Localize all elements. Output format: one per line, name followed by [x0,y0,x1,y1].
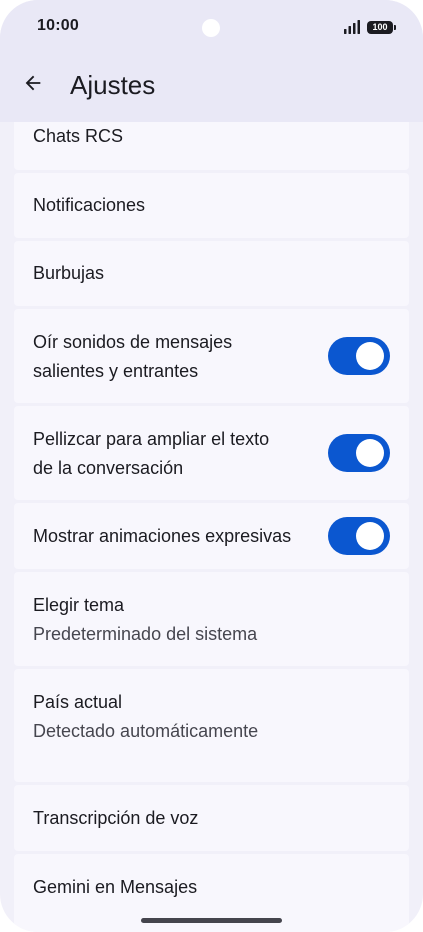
settings-item-voice-transcription[interactable]: Transcripción de voz [14,785,409,851]
back-button[interactable] [14,64,52,102]
settings-item-animations[interactable]: Mostrar animaciones expresivas [14,503,409,569]
sounds-toggle[interactable] [328,337,390,375]
toggle-knob [356,439,384,467]
home-indicator[interactable] [141,918,282,923]
animations-toggle[interactable] [328,517,390,555]
page-title: Ajustes [70,70,156,100]
settings-item-label-line2: salientes y entrantes [33,361,199,381]
settings-item-label: Burbujas [33,263,105,283]
settings-item-label: Notificaciones [33,195,146,215]
settings-item-label: Elegir tema [33,595,125,615]
settings-item-label: Gemini en Mensajes [33,877,198,897]
toggle-knob [356,522,384,550]
settings-item-label: Chats RCS [33,126,124,146]
pinch-zoom-toggle[interactable] [328,434,390,472]
settings-item-theme[interactable]: Elegir tema Predeterminado del sistema [14,572,409,666]
settings-item-value: Detectado automáticamente [33,721,259,741]
settings-item-sounds[interactable]: Oír sonidos de mensajes salientes y entr… [14,309,409,403]
signal-icon [344,20,360,34]
settings-item-label-line1: Pellizcar para ampliar el texto [33,429,270,449]
settings-item-label: País actual [33,692,123,712]
toggle-knob [356,342,384,370]
settings-item-country[interactable]: País actual Detectado automáticamente [14,669,409,782]
settings-item-value: Predeterminado del sistema [33,624,258,644]
camera-cutout [202,19,220,37]
status-time: 10:00 [37,17,79,34]
top-bar: 10:00 100 Ajustes [0,0,423,122]
phone-screen: Chats RCS Notificaciones Burbujas Oír so… [0,0,423,932]
settings-item-label: Transcripción de voz [33,808,199,828]
settings-item-pinch-zoom[interactable]: Pellizcar para ampliar el texto de la co… [14,406,409,500]
settings-item-label-line1: Oír sonidos de mensajes [33,332,233,352]
arrow-back-icon [25,75,41,91]
settings-item-notifications[interactable]: Notificaciones [14,173,409,238]
settings-item-label: Mostrar animaciones expresivas [33,526,292,546]
settings-item-bubbles[interactable]: Burbujas [14,241,409,306]
battery-icon: 100 [367,21,396,34]
app-bar: Ajustes [0,56,423,116]
settings-item-label-line2: de la conversación [33,458,184,478]
status-bar: 10:00 100 [0,0,423,56]
